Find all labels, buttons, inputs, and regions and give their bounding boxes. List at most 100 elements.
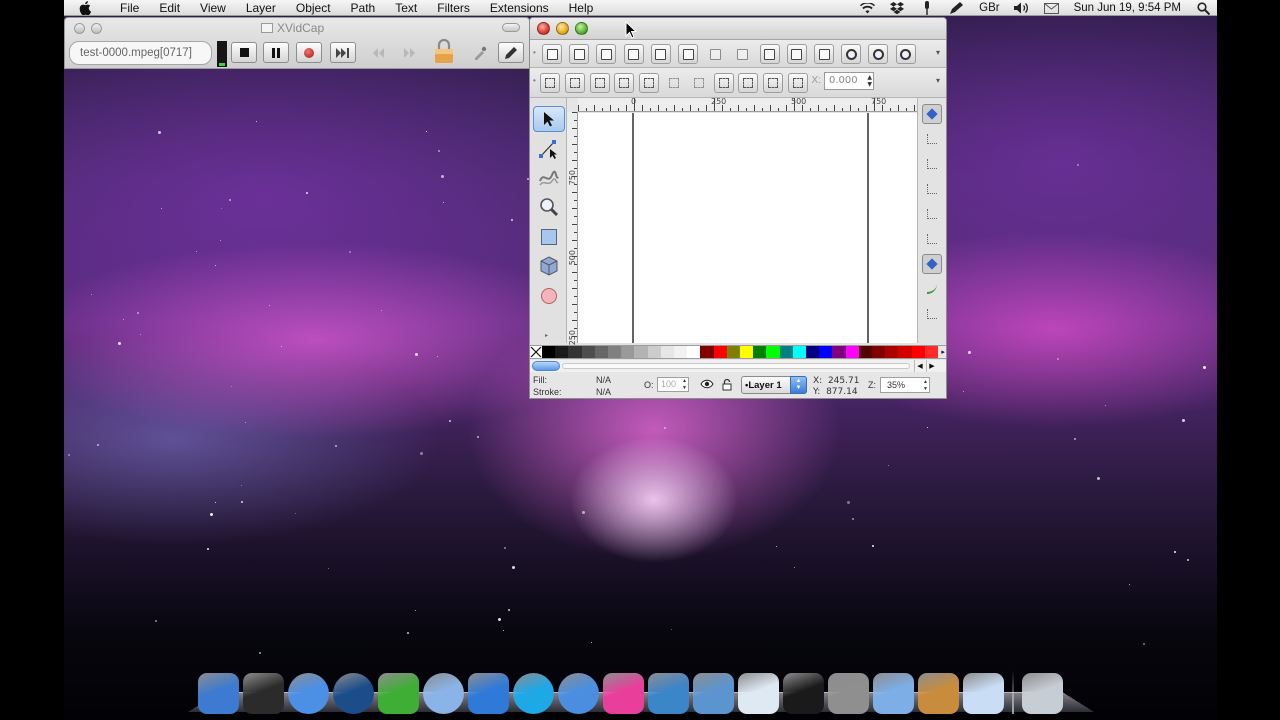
menu-edit[interactable]: Edit bbox=[149, 0, 190, 16]
undo-button[interactable] bbox=[705, 44, 725, 64]
scroll-right-arrow[interactable]: ▶ bbox=[926, 360, 937, 372]
menu-extensions[interactable]: Extensions bbox=[480, 0, 559, 16]
rotate-cw-button[interactable] bbox=[639, 73, 660, 93]
color-swatch[interactable] bbox=[660, 346, 675, 358]
paste-button[interactable] bbox=[814, 44, 834, 64]
color-swatch[interactable] bbox=[700, 346, 714, 358]
toolbar-grip[interactable]: • bbox=[533, 76, 536, 85]
snap-bbox-button[interactable] bbox=[922, 129, 942, 149]
menu-clock[interactable]: Sun Jun 19, 9:54 PM bbox=[1074, 2, 1181, 14]
uberbar-icon[interactable] bbox=[468, 673, 509, 714]
color-swatch[interactable] bbox=[845, 346, 859, 358]
raise-to-top-button[interactable] bbox=[713, 73, 734, 93]
menu-text[interactable]: Text bbox=[385, 0, 427, 16]
color-swatch[interactable] bbox=[674, 346, 688, 358]
chrome-icon[interactable] bbox=[288, 673, 329, 714]
select-all-layers-button[interactable] bbox=[564, 73, 585, 93]
deselect-button[interactable] bbox=[589, 73, 610, 93]
zoom-window-button[interactable] bbox=[575, 22, 588, 35]
output-filename-field[interactable]: test-0000.mpeg[0717] bbox=[69, 41, 212, 65]
x-position-input[interactable]: 0.000 ▲ ▼ bbox=[824, 72, 874, 90]
zoom-input[interactable]: 35% ▲ ▼ bbox=[880, 377, 930, 393]
folder-icon[interactable] bbox=[873, 673, 914, 714]
snap-bbox-corner-button[interactable] bbox=[922, 179, 942, 199]
color-swatch[interactable] bbox=[740, 346, 754, 358]
scrollbar-track[interactable] bbox=[562, 363, 910, 369]
color-swatch[interactable] bbox=[924, 346, 939, 358]
imac-icon[interactable] bbox=[243, 673, 284, 714]
color-swatch[interactable] bbox=[766, 346, 780, 358]
apple-icon[interactable] bbox=[78, 0, 92, 15]
wifi-icon[interactable] bbox=[859, 1, 875, 15]
pen-icon[interactable] bbox=[949, 1, 965, 15]
trash-icon[interactable] bbox=[1022, 673, 1063, 714]
itunes-icon[interactable] bbox=[558, 673, 599, 714]
new-button[interactable] bbox=[542, 44, 562, 64]
node-tool[interactable] bbox=[533, 136, 565, 162]
snap-bbox-midpoint-button[interactable] bbox=[922, 204, 942, 224]
keyboard-layout[interactable]: GBr bbox=[979, 2, 999, 14]
terminal-icon[interactable] bbox=[783, 673, 824, 714]
open-button[interactable] bbox=[569, 44, 590, 64]
import-button[interactable] bbox=[650, 44, 671, 64]
color-swatch[interactable] bbox=[608, 346, 622, 358]
rotate-ccw-button[interactable] bbox=[614, 73, 635, 93]
color-swatch[interactable] bbox=[726, 346, 741, 358]
print-button[interactable] bbox=[623, 44, 644, 64]
spotlight-icon[interactable] bbox=[1195, 1, 1211, 15]
fill-indicator[interactable]: N/A bbox=[596, 375, 611, 385]
spin-arrows-icon[interactable]: ▲ ▼ bbox=[923, 379, 928, 393]
menu-help[interactable]: Help bbox=[559, 0, 604, 16]
color-swatch[interactable] bbox=[885, 346, 899, 358]
export-button[interactable] bbox=[678, 44, 698, 64]
menu-view[interactable]: View bbox=[190, 0, 236, 16]
window-app-icon[interactable] bbox=[963, 673, 1004, 714]
system-preferences-icon[interactable] bbox=[828, 673, 869, 714]
inkscape-titlebar[interactable] bbox=[530, 18, 946, 40]
commands-overflow-button[interactable]: ▾ bbox=[936, 48, 940, 57]
zoom-drawing-button[interactable] bbox=[868, 44, 889, 64]
spin-arrows-icon[interactable]: ▲ ▼ bbox=[867, 74, 872, 88]
step-button[interactable] bbox=[330, 42, 356, 63]
menu-layer[interactable]: Layer bbox=[236, 0, 286, 16]
adium-duck-icon[interactable] bbox=[378, 673, 419, 714]
ellipse-tool[interactable] bbox=[533, 283, 565, 309]
flip-vertical-button[interactable] bbox=[689, 73, 709, 93]
skype-icon[interactable] bbox=[513, 673, 554, 714]
menu-file[interactable]: File bbox=[110, 0, 149, 16]
layer-visibility-toggle[interactable] bbox=[700, 378, 714, 392]
raise-button[interactable] bbox=[738, 73, 759, 93]
zoom-selection-button[interactable] bbox=[841, 44, 862, 64]
fast-forward-button[interactable] bbox=[397, 42, 423, 63]
xvidcap-titlebar[interactable]: XVidCap bbox=[65, 18, 529, 38]
color-swatch[interactable] bbox=[832, 346, 846, 358]
minimize-button[interactable] bbox=[556, 22, 569, 35]
quill-icon[interactable] bbox=[648, 673, 689, 714]
anchor-app-icon[interactable] bbox=[198, 673, 239, 714]
dropbox-icon[interactable] bbox=[889, 1, 905, 15]
no-paint-swatch[interactable] bbox=[530, 346, 542, 358]
color-swatch[interactable] bbox=[594, 346, 609, 358]
snap-intersection-button[interactable] bbox=[922, 304, 942, 324]
color-swatch[interactable] bbox=[581, 346, 595, 358]
toolbar-grip[interactable]: • bbox=[533, 48, 536, 57]
vertical-ruler[interactable]: 750 500 250 bbox=[567, 112, 578, 345]
box-3d-tool[interactable] bbox=[533, 253, 565, 279]
color-swatch[interactable] bbox=[898, 346, 912, 358]
mail-icon[interactable] bbox=[1044, 1, 1060, 15]
select-all-button[interactable] bbox=[540, 73, 560, 93]
copy-button[interactable] bbox=[759, 44, 780, 64]
color-swatch[interactable] bbox=[779, 346, 793, 358]
eyedropper-button[interactable] bbox=[467, 42, 493, 63]
color-swatch[interactable] bbox=[634, 346, 648, 358]
horizontal-ruler[interactable]: 0 250 500 750 bbox=[578, 97, 917, 112]
color-swatch[interactable] bbox=[872, 346, 886, 358]
selector-tool[interactable] bbox=[533, 106, 565, 132]
color-swatch[interactable] bbox=[911, 346, 925, 358]
color-swatch[interactable] bbox=[555, 346, 569, 358]
xvidcap-close-button[interactable] bbox=[74, 22, 85, 34]
toolbox-more-icon[interactable]: ▸ bbox=[545, 332, 548, 339]
record-button[interactable] bbox=[296, 42, 322, 63]
flip-horizontal-button[interactable] bbox=[664, 73, 684, 93]
current-layer-select[interactable]: •Layer 1 ▲ ▼ bbox=[741, 376, 807, 394]
